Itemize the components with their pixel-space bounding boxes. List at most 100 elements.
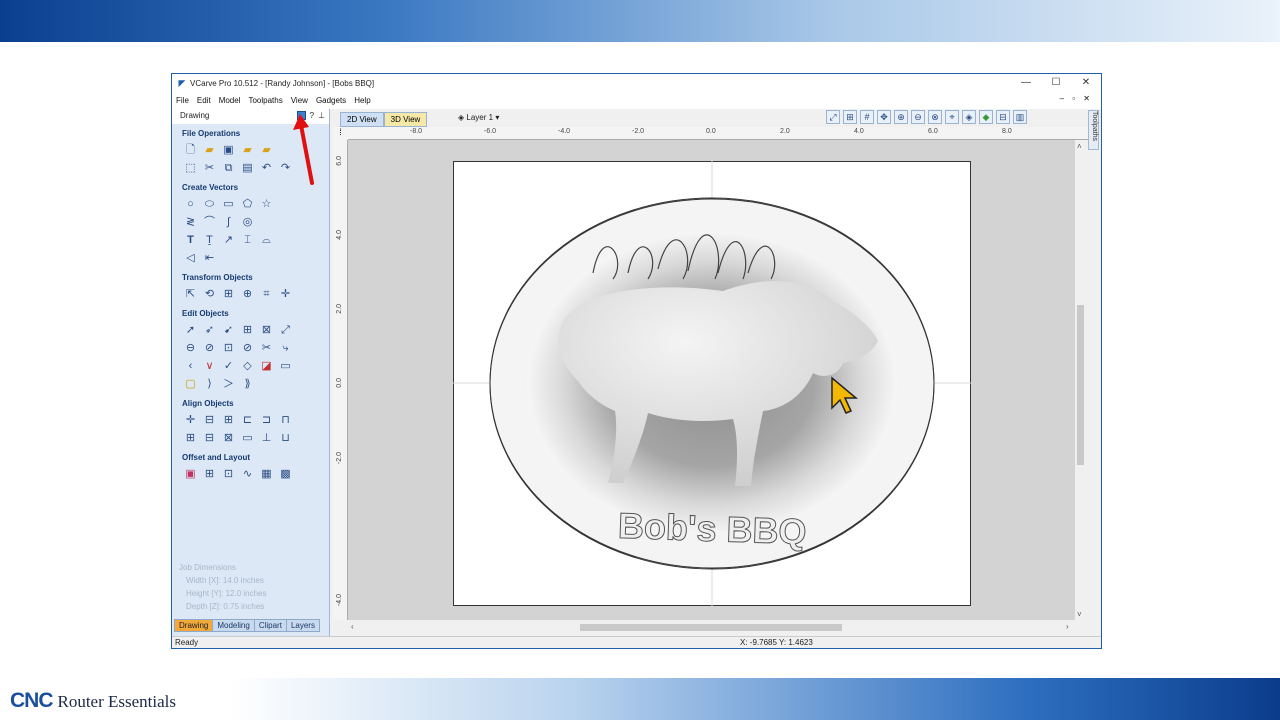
mark-icon[interactable]: ◪ xyxy=(259,359,274,374)
ungroup-icon[interactable]: ⊠ xyxy=(259,323,274,338)
zoom-material-icon[interactable]: ⊞ xyxy=(843,110,857,124)
text-on-curve-icon[interactable]: ↗ xyxy=(221,233,236,248)
arc-icon[interactable]: ⌒ xyxy=(202,215,217,230)
polygon-icon[interactable]: ⬠ xyxy=(240,197,255,212)
menu-help[interactable]: Help xyxy=(350,96,374,105)
scroll-down-icon[interactable]: ˅ xyxy=(1077,610,1082,619)
menu-gadgets[interactable]: Gadgets xyxy=(312,96,350,105)
menu-model[interactable]: Model xyxy=(215,96,245,105)
grid-array-icon[interactable]: ▦ xyxy=(259,467,274,482)
cut-icon[interactable]: ✂ xyxy=(202,161,217,176)
close-button[interactable]: ✕ xyxy=(1071,74,1101,92)
ruler-corner[interactable]: ⁞ xyxy=(333,127,348,140)
fillet-icon[interactable]: ⤷ xyxy=(278,341,293,356)
save-file-icon[interactable]: ▣ xyxy=(221,143,236,158)
weld-icon[interactable]: ⊖ xyxy=(183,341,198,356)
circle-icon[interactable]: ○ xyxy=(183,197,198,212)
pan-icon[interactable]: ✥ xyxy=(877,110,891,124)
open-file-icon[interactable]: ▰ xyxy=(202,143,217,158)
tab-layers[interactable]: Layers xyxy=(285,619,320,632)
align-center-icon[interactable]: ✛ xyxy=(183,413,198,428)
center-icon[interactable]: ✛ xyxy=(278,287,293,302)
toolpaths-side-tab[interactable]: Toolpaths xyxy=(1088,110,1099,150)
rotate-icon[interactable]: ⟲ xyxy=(202,287,217,302)
paste-icon[interactable]: ▤ xyxy=(240,161,255,176)
trim-icon[interactable]: ⤢ xyxy=(278,323,293,338)
minimize-button[interactable]: — xyxy=(1011,74,1041,92)
draw-tool-icon[interactable]: ◁ xyxy=(183,251,198,266)
menu-toolpaths[interactable]: Toolpaths xyxy=(244,96,286,105)
view-mode-icon[interactable]: ◈ xyxy=(962,110,976,124)
tab-3d-view[interactable]: 3D View xyxy=(383,112,428,127)
scroll-left-icon[interactable]: ‹ xyxy=(351,622,354,631)
rectangle-icon[interactable]: ▭ xyxy=(221,197,236,212)
zoom-box-icon[interactable]: ⊗ xyxy=(928,110,942,124)
subtract-icon[interactable]: ⊘ xyxy=(202,341,217,356)
offset-icon[interactable]: ▣ xyxy=(183,467,198,482)
ellipse-icon[interactable]: ⬭ xyxy=(202,197,217,212)
scroll-up-icon[interactable]: ˄ xyxy=(1077,142,1082,151)
vertical-scroll-thumb[interactable] xyxy=(1077,305,1084,465)
select-icon[interactable]: ➚ xyxy=(183,323,198,338)
intersect-icon[interactable]: ⊡ xyxy=(221,341,236,356)
open-folder-icon[interactable]: ▰ xyxy=(259,143,274,158)
curve-icon[interactable]: ∫ xyxy=(221,215,236,230)
chevron-icon[interactable]: ＞ xyxy=(221,377,236,392)
menu-view[interactable]: View xyxy=(287,96,312,105)
close-vector-icon[interactable]: ‹ xyxy=(183,359,198,374)
distribute-v-icon[interactable]: ⊠ xyxy=(221,431,236,446)
copy-along-icon[interactable]: ∿ xyxy=(240,467,255,482)
text-icon[interactable]: T xyxy=(183,233,198,248)
shading-icon[interactable]: ◆ xyxy=(979,110,993,124)
snap-icon[interactable]: ⌖ xyxy=(945,110,959,124)
scroll-right-icon[interactable]: › xyxy=(1066,622,1069,631)
menu-file[interactable]: File xyxy=(172,96,193,105)
text-frame-icon[interactable]: Ṯ xyxy=(202,233,217,248)
zoom-extents-icon[interactable]: ⤢ xyxy=(826,110,840,124)
node-edit-icon[interactable]: ➶ xyxy=(202,323,217,338)
array-icon[interactable]: ⊞ xyxy=(202,467,217,482)
horizontal-scrollbar[interactable]: ‹ › xyxy=(348,622,1075,633)
star-icon[interactable]: ☆ xyxy=(259,197,274,212)
spiral-icon[interactable]: ◎ xyxy=(240,215,255,230)
move-icon[interactable]: ⇱ xyxy=(183,287,198,302)
boundary-icon[interactable]: ▢ xyxy=(183,377,198,392)
tab-modeling[interactable]: Modeling xyxy=(212,619,255,632)
align-bottom-icon[interactable]: ⊥ xyxy=(259,431,274,446)
align-right-icon[interactable]: ⊐ xyxy=(259,413,274,428)
offset-vector-icon[interactable]: ▭ xyxy=(278,359,293,374)
distribute-h-icon[interactable]: ⊟ xyxy=(202,431,217,446)
align-left-icon[interactable]: ⊏ xyxy=(240,413,255,428)
align-top-icon[interactable]: ⊓ xyxy=(278,413,293,428)
select-by-icon[interactable]: ➹ xyxy=(221,323,236,338)
tab-clipart[interactable]: Clipart xyxy=(253,619,287,632)
scale-icon[interactable]: ⊕ xyxy=(240,287,255,302)
align-grid-icon[interactable]: ⊞ xyxy=(183,431,198,446)
align-h-icon[interactable]: ⊟ xyxy=(202,413,217,428)
polyline-icon[interactable]: ≷ xyxy=(183,215,198,230)
layout-icon[interactable]: ▥ xyxy=(1013,110,1027,124)
import-file-icon[interactable]: ▰ xyxy=(240,143,255,158)
tab-2d-view[interactable]: 2D View xyxy=(340,112,384,127)
smooth-icon[interactable]: ✓ xyxy=(221,359,236,374)
ruler-icon[interactable]: ⇤ xyxy=(202,251,217,266)
menu-edit[interactable]: Edit xyxy=(193,96,215,105)
select-all-icon[interactable]: ⬚ xyxy=(183,161,198,176)
undo-icon[interactable]: ↶ xyxy=(259,161,274,176)
scissors-icon[interactable]: ✂ xyxy=(259,341,274,356)
horizontal-scroll-thumb[interactable] xyxy=(580,624,842,631)
group-icon[interactable]: ⊞ xyxy=(240,323,255,338)
bracket-right-icon[interactable]: ⟫ xyxy=(240,377,255,392)
mirror-icon[interactable]: ⊞ xyxy=(221,287,236,302)
layer-dropdown[interactable]: ◈ Layer 1 ▾ xyxy=(458,113,499,122)
redo-icon[interactable]: ↷ xyxy=(278,161,293,176)
stack-icon[interactable]: ⊔ xyxy=(278,431,293,446)
curve-fit-icon[interactable]: ◇ xyxy=(240,359,255,374)
zoom-in-icon[interactable]: ⊕ xyxy=(894,110,908,124)
text-arc-icon[interactable]: ⌓ xyxy=(259,233,274,248)
nest-parts-icon[interactable]: ▩ xyxy=(278,467,293,482)
zoom-out-icon[interactable]: ⊖ xyxy=(911,110,925,124)
copy-icon[interactable]: ⧉ xyxy=(221,161,236,176)
divide-icon[interactable]: ⊘ xyxy=(240,341,255,356)
split-view-icon[interactable]: ⊟ xyxy=(996,110,1010,124)
